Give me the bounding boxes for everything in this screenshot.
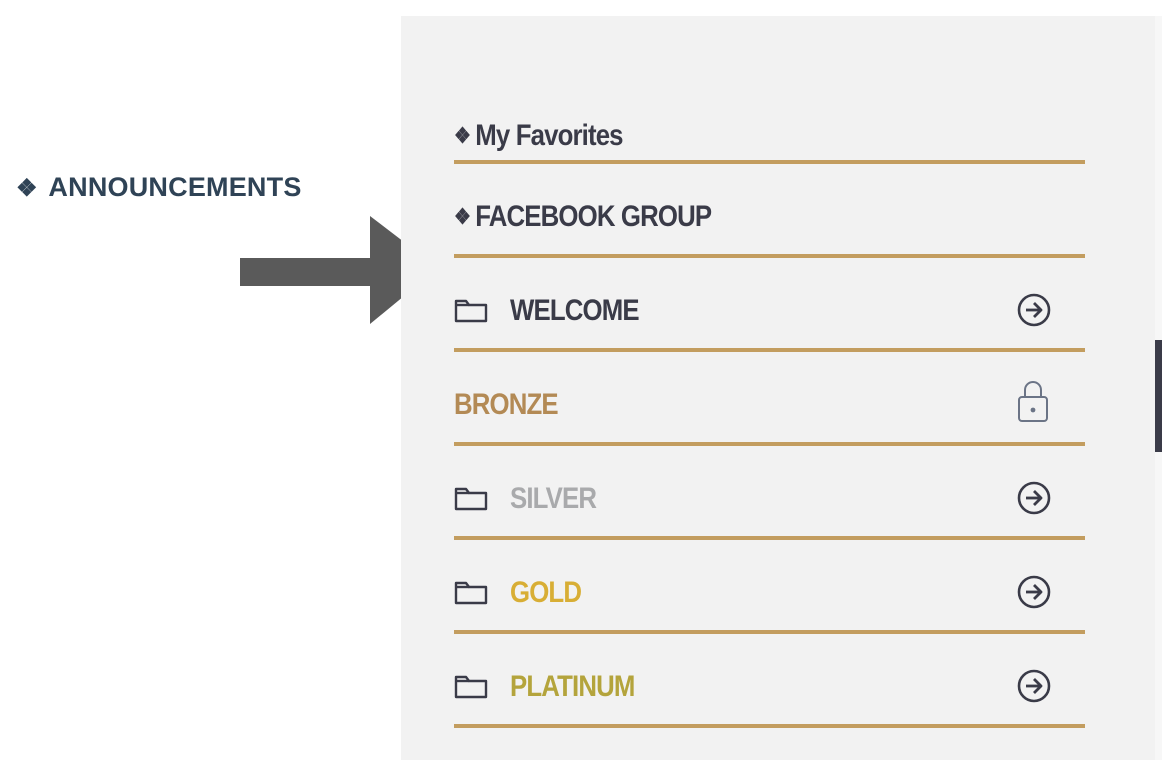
menu-item-label: ❖ My Favorites xyxy=(454,119,624,153)
lock-icon xyxy=(1018,381,1048,422)
folder-icon xyxy=(454,675,488,699)
menu-item-my-favorites[interactable]: ❖ My Favorites xyxy=(454,96,1085,164)
diamond-bullet-icon: ❖ xyxy=(454,123,471,148)
menu-item-gold[interactable]: GOLD xyxy=(454,540,1085,634)
announcements-callout: ❖ ANNOUNCEMENTS xyxy=(16,172,302,203)
scrollbar-thumb[interactable] xyxy=(1155,340,1162,452)
menu-item-welcome[interactable]: WELCOME xyxy=(454,258,1085,352)
menu-item-facebook-group[interactable]: ❖ FACEBOOK GROUP xyxy=(454,164,1085,258)
platinum-label: PLATINUM xyxy=(510,670,635,703)
folder-icon xyxy=(454,299,488,323)
screen: ❖ ANNOUNCEMENTS ❖ My Favorites ❖ FACEBOOK … xyxy=(0,0,1162,760)
welcome-label: WELCOME xyxy=(510,294,640,327)
sidebar-menu: ❖ My Favorites ❖ FACEBOOK GROUP WELCOME BR… xyxy=(454,96,1085,728)
menu-item-bronze[interactable]: BRONZE xyxy=(454,352,1085,446)
diamond-bullet-icon: ❖ xyxy=(454,204,471,229)
arrow-right-circle-icon[interactable] xyxy=(1017,575,1051,609)
folder-icon xyxy=(454,581,488,605)
arrow-right-circle-icon[interactable] xyxy=(1017,293,1051,327)
announcements-label: ANNOUNCEMENTS xyxy=(48,172,302,202)
bronze-label: BRONZE xyxy=(454,388,559,421)
silver-label: SILVER xyxy=(510,482,597,515)
facebook-group-label: FACEBOOK GROUP xyxy=(475,200,712,233)
arrow-right-circle-icon[interactable] xyxy=(1017,669,1051,703)
arrow-right-circle-icon[interactable] xyxy=(1017,481,1051,515)
my-favorites-label: My Favorites xyxy=(475,119,623,152)
menu-item-label: ❖ FACEBOOK GROUP xyxy=(454,200,712,234)
menu-item-silver[interactable]: SILVER xyxy=(454,446,1085,540)
diamond-bullet-icon: ❖ xyxy=(16,175,38,202)
gold-label: GOLD xyxy=(510,576,582,609)
folder-icon xyxy=(454,487,488,511)
menu-item-platinum[interactable]: PLATINUM xyxy=(454,634,1085,728)
